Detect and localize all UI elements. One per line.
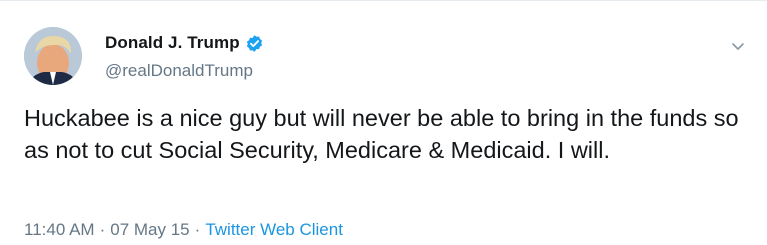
avatar[interactable] xyxy=(24,27,82,85)
tweet-card: Donald J. Trump @realDonaldTrump Huckabe… xyxy=(0,0,767,245)
meta-separator: · xyxy=(99,220,106,239)
tweet-date[interactable]: 07 May 15 xyxy=(110,220,189,239)
chevron-down-icon[interactable] xyxy=(729,37,747,55)
meta-separator: · xyxy=(194,220,201,239)
profile-photo-icon xyxy=(24,27,82,85)
tweet-time[interactable]: 11:40 AM xyxy=(24,220,95,239)
tweet-header: Donald J. Trump @realDonaldTrump xyxy=(105,31,264,81)
tweet-meta: 11:40 AM · 07 May 15 · Twitter Web Client xyxy=(24,220,343,240)
display-name[interactable]: Donald J. Trump xyxy=(105,33,240,53)
user-handle[interactable]: @realDonaldTrump xyxy=(105,61,264,81)
tweet-text: Huckabee is a nice guy but will never be… xyxy=(24,105,739,163)
name-row: Donald J. Trump xyxy=(105,31,264,55)
verified-badge-icon xyxy=(245,34,264,53)
tweet-client-link[interactable]: Twitter Web Client xyxy=(205,220,343,239)
